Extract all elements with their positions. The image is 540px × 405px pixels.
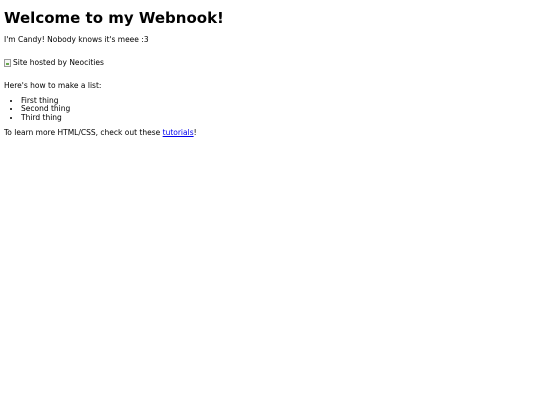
page-title: Welcome to my Webnook! (4, 9, 224, 27)
tutorials-link[interactable]: tutorials (163, 128, 194, 137)
learn-more-text: To learn more HTML/CSS, check out these … (4, 127, 536, 138)
list-item: First thing (21, 96, 536, 105)
learn-more-suffix: ! (193, 127, 197, 137)
hosted-image: Site hosted by Neocities (4, 57, 104, 68)
image-alt-text: Site hosted by Neocities (13, 57, 104, 67)
list-item: Third thing (21, 113, 536, 122)
intro-text: I'm Candy! Nobody knows it's meee :3 (4, 35, 149, 45)
list-intro-text: Here's how to make a list: (4, 80, 102, 90)
how-to-list: First thing Second thing Third thing (4, 96, 536, 122)
learn-more-prefix: To learn more HTML/CSS, check out these (4, 127, 163, 137)
list-item: Second thing (21, 105, 536, 114)
broken-image-icon (4, 59, 11, 68)
